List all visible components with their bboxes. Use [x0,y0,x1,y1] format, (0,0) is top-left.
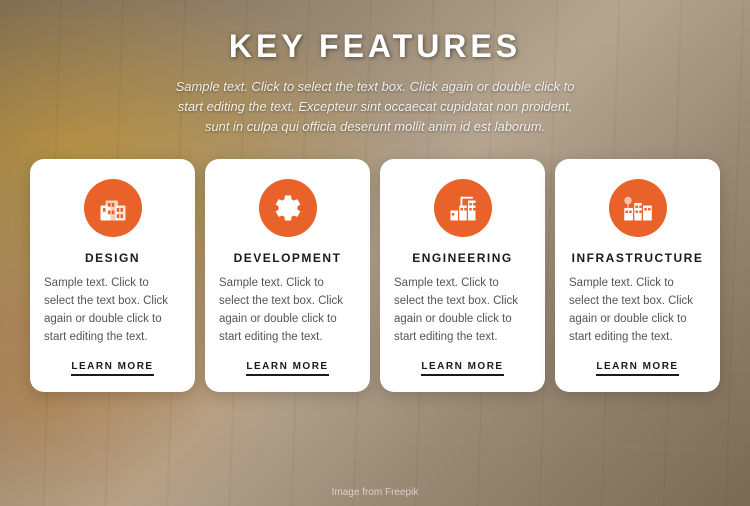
development-icon [273,193,303,223]
design-card-text[interactable]: Sample text. Click to select the text bo… [44,275,181,346]
engineering-icon [448,193,478,223]
section-title: KEY FEATURES [229,28,521,65]
development-card-text[interactable]: Sample text. Click to select the text bo… [219,275,356,346]
engineering-learn-more[interactable]: LEARN MORE [421,361,503,376]
infrastructure-learn-more[interactable]: LEARN MORE [596,361,678,376]
section-subtitle: Sample text. Click to select the text bo… [165,77,585,137]
image-credit: Image from Freepik [332,487,419,498]
card-design: DESIGN Sample text. Click to select the … [30,159,195,391]
development-card-title: DEVELOPMENT [234,251,342,265]
design-icon [98,193,128,223]
design-learn-more[interactable]: LEARN MORE [71,361,153,376]
development-learn-more[interactable]: LEARN MORE [246,361,328,376]
infrastructure-icon [623,193,653,223]
engineering-card-text[interactable]: Sample text. Click to select the text bo… [394,275,531,346]
cards-row: DESIGN Sample text. Click to select the … [0,159,750,391]
design-icon-circle [84,179,142,237]
card-development: DEVELOPMENT Sample text. Click to select… [205,159,370,391]
main-content: KEY FEATURES Sample text. Click to selec… [0,0,750,392]
infrastructure-card-text[interactable]: Sample text. Click to select the text bo… [569,275,706,346]
development-icon-circle [259,179,317,237]
page-wrapper: KEY FEATURES Sample text. Click to selec… [0,0,750,506]
card-infrastructure: INFRASTRUCTURE Sample text. Click to sel… [555,159,720,391]
card-engineering: ENGINEERING Sample text. Click to select… [380,159,545,391]
engineering-card-title: ENGINEERING [412,251,513,265]
design-card-title: DESIGN [85,251,140,265]
engineering-icon-circle [434,179,492,237]
infrastructure-icon-circle [609,179,667,237]
infrastructure-card-title: INFRASTRUCTURE [572,251,704,265]
